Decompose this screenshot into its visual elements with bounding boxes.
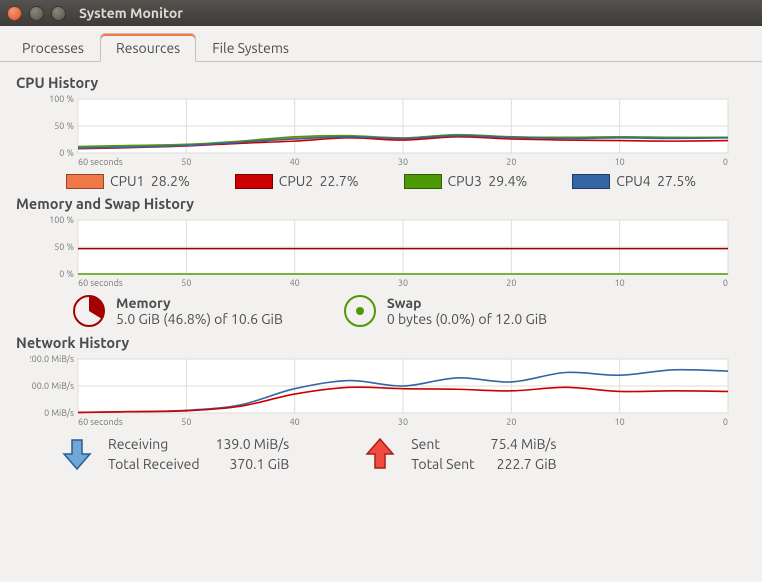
tab-resources[interactable]: Resources	[100, 33, 196, 62]
svg-text:60 seconds: 60 seconds	[78, 278, 123, 288]
svg-text:10: 10	[615, 157, 625, 167]
svg-text:0 %: 0 %	[59, 148, 74, 158]
cpu-name: CPU4	[616, 173, 650, 189]
sent-label: Sent	[411, 435, 488, 453]
svg-text:100 %: 100 %	[49, 216, 74, 225]
mem-section-title: Memory and Swap History	[16, 195, 750, 212]
cpu-swatch-icon	[66, 174, 104, 189]
memory-pie-icon	[72, 294, 106, 328]
svg-text:50: 50	[181, 157, 191, 167]
svg-text:50: 50	[181, 278, 191, 288]
svg-text:0 %: 0 %	[59, 269, 74, 279]
window-titlebar: System Monitor	[0, 0, 762, 26]
svg-text:50 %: 50 %	[54, 121, 74, 131]
resources-panel: CPU History 100 %50 %0 %60 seconds504030…	[0, 62, 762, 485]
svg-text:60 seconds: 60 seconds	[78, 157, 123, 167]
cpu-section-title: CPU History	[16, 74, 750, 91]
net-chart: 200.0 MiB/s 100.0 MiB/s 0 MiB/s 60 seconds 5…	[30, 355, 746, 427]
cpu-swatch-icon	[572, 174, 610, 189]
cpu-name: CPU1	[110, 173, 144, 189]
recv-total: 370.1 GiB	[216, 455, 304, 473]
svg-text:100.0 MiB/s: 100.0 MiB/s	[30, 381, 74, 391]
svg-text:50 %: 50 %	[54, 242, 74, 252]
cpu-legend-item[interactable]: CPU2 22.7%	[235, 173, 359, 189]
svg-text:0: 0	[723, 278, 728, 288]
swap-label: Swap	[387, 295, 547, 311]
svg-text:0: 0	[723, 417, 728, 427]
cpu-name: CPU2	[279, 173, 313, 189]
sent-total: 222.7 GiB	[491, 455, 571, 473]
svg-text:100 %: 100 %	[49, 95, 74, 104]
svg-text:60 seconds: 60 seconds	[78, 417, 123, 427]
svg-text:40: 40	[290, 417, 300, 427]
cpu-legend-item[interactable]: CPU4 27.5%	[572, 173, 696, 189]
svg-text:50: 50	[181, 417, 191, 427]
sent-total-label: Total Sent	[411, 455, 488, 473]
swap-detail: 0 bytes (0.0%) of 12.0 GiB	[387, 311, 547, 327]
memory-label: Memory	[116, 295, 283, 311]
cpu-legend-item[interactable]: CPU3 29.4%	[404, 173, 528, 189]
recv-total-label: Total Received	[108, 455, 214, 473]
window-title: System Monitor	[79, 5, 183, 21]
svg-text:30: 30	[398, 278, 408, 288]
recv-label: Receiving	[108, 435, 214, 453]
sent-rate: 75.4 MiB/s	[491, 435, 571, 453]
memory-block: Memory 5.0 GiB (46.8%) of 10.6 GiB	[72, 294, 283, 328]
upload-arrow-icon	[365, 437, 395, 471]
svg-text:10: 10	[615, 417, 625, 427]
cpu-pct: 28.2%	[151, 173, 190, 189]
cpu-legend-item[interactable]: CPU1 28.2%	[66, 173, 190, 189]
svg-text:20: 20	[506, 278, 516, 288]
tab-bar: Processes Resources File Systems	[0, 26, 762, 62]
svg-text:200.0 MiB/s: 200.0 MiB/s	[30, 355, 74, 364]
recv-rate: 139.0 MiB/s	[216, 435, 304, 453]
minimize-icon[interactable]	[29, 6, 44, 21]
cpu-swatch-icon	[235, 174, 273, 189]
svg-text:20: 20	[506, 157, 516, 167]
tab-filesystems[interactable]: File Systems	[196, 33, 305, 62]
svg-text:40: 40	[290, 278, 300, 288]
maximize-icon[interactable]	[51, 6, 66, 21]
cpu-pct: 29.4%	[488, 173, 527, 189]
svg-text:40: 40	[290, 157, 300, 167]
close-icon[interactable]	[7, 6, 22, 21]
mem-summary: Memory 5.0 GiB (46.8%) of 10.6 GiB Swap …	[72, 294, 750, 328]
net-section-title: Network History	[16, 334, 750, 351]
tab-processes[interactable]: Processes	[6, 33, 100, 62]
net-recv-block: Receiving 139.0 MiB/s Total Received 370…	[62, 433, 305, 475]
svg-text:20: 20	[506, 417, 516, 427]
cpu-pct: 27.5%	[657, 173, 696, 189]
swap-block: Swap 0 bytes (0.0%) of 12.0 GiB	[343, 294, 547, 328]
svg-text:10: 10	[615, 278, 625, 288]
svg-text:0: 0	[723, 157, 728, 167]
cpu-name: CPU3	[448, 173, 482, 189]
cpu-legend: CPU1 28.2% CPU2 22.7% CPU3 29.4% CPU4 27.5%	[12, 173, 750, 189]
memory-detail: 5.0 GiB (46.8%) of 10.6 GiB	[116, 311, 283, 327]
cpu-chart: 100 % 50 % 0 % 60 seconds 50 40 30 20 10 0	[30, 95, 746, 167]
svg-text:0 MiB/s: 0 MiB/s	[44, 408, 74, 418]
cpu-pct: 22.7%	[320, 173, 359, 189]
swap-pie-icon	[343, 294, 377, 328]
mem-chart: 100 % 50 % 0 % 60 seconds 50 40 30 20 10 0	[30, 216, 746, 288]
svg-text:30: 30	[398, 417, 408, 427]
net-sent-block: Sent 75.4 MiB/s Total Sent 222.7 GiB	[365, 433, 572, 475]
cpu-swatch-icon	[404, 174, 442, 189]
download-arrow-icon	[62, 437, 92, 471]
svg-text:30: 30	[398, 157, 408, 167]
net-summary: Receiving 139.0 MiB/s Total Received 370…	[62, 433, 750, 475]
